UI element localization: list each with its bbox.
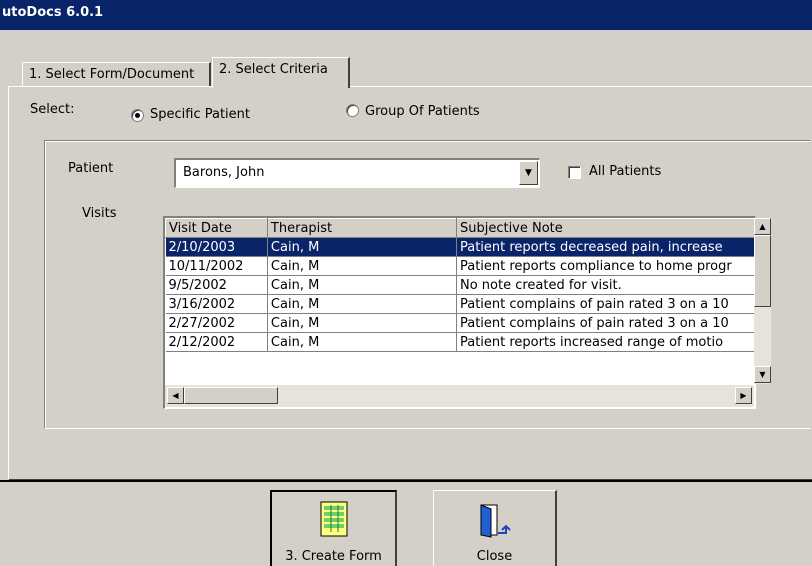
vertical-scroll-thumb[interactable] [754,235,771,307]
column-header-subjective-note[interactable]: Subjective Note [455,218,755,238]
subjective-note-cell: Patient reports decreased pain, increase [456,237,755,257]
visit-date-cell: 2/27/2002 [165,313,268,333]
close-button[interactable]: Close [433,490,557,566]
patient-label: Patient [68,161,114,176]
create-form-label: 3. Create Form [285,549,382,564]
specific-patient-label[interactable]: Specific Patient [150,107,250,122]
therapist-cell: Cain, M [267,294,457,314]
table-row[interactable]: 10/11/2002 Cain, M Patient reports compl… [165,256,755,276]
tab-select-form-document[interactable]: 1. Select Form/Document [22,62,211,87]
visit-date-cell: 10/11/2002 [165,256,268,276]
group-of-patients-label[interactable]: Group Of Patients [365,104,480,119]
table-row[interactable]: 2/12/2002 Cain, M Patient reports increa… [165,332,755,352]
visit-date-cell: 2/12/2002 [165,332,268,352]
horizontal-scroll-thumb[interactable] [184,387,278,404]
therapist-cell: Cain, M [267,256,457,276]
subjective-note-cell: No note created for visit. [456,275,755,295]
column-header-visit-date[interactable]: Visit Date [165,218,268,238]
patient-dropdown-value: Barons, John [183,165,265,180]
table-row[interactable]: 2/10/2003 Cain, M Patient reports decrea… [165,237,755,257]
table-row[interactable]: 3/16/2002 Cain, M Patient complains of p… [165,294,755,314]
visit-date-cell: 2/10/2003 [165,237,268,257]
vertical-scrollbar[interactable]: ▲ ▼ [754,218,771,384]
subjective-note-cell: Patient reports increased range of motio [456,332,755,352]
visit-date-cell: 9/5/2002 [165,275,268,295]
scroll-up-icon[interactable]: ▲ [754,218,771,235]
table-row[interactable]: 2/27/2002 Cain, M Patient complains of p… [165,313,755,333]
create-form-button[interactable]: 3. Create Form [270,490,397,566]
all-patients-label[interactable]: All Patients [589,164,661,179]
group-of-patients-radio[interactable] [346,104,359,117]
subjective-note-cell: Patient complains of pain rated 3 on a 1… [456,313,755,333]
radio-dot [135,113,140,118]
form-document-icon [320,501,348,537]
scroll-right-icon[interactable]: ▶ [735,387,752,404]
therapist-cell: Cain, M [267,313,457,333]
therapist-cell: Cain, M [267,237,457,257]
column-header-therapist[interactable]: Therapist [266,218,457,238]
scroll-left-icon[interactable]: ◀ [167,387,184,404]
divider [0,480,812,482]
close-label: Close [476,549,513,564]
visits-label: Visits [82,206,117,221]
subjective-note-cell: Patient complains of pain rated 3 on a 1… [456,294,755,314]
horizontal-scrollbar[interactable]: ◀ ▶ [165,385,754,407]
therapist-cell: Cain, M [267,332,457,352]
visits-header-row: Visit Date Therapist Subjective Note [165,218,755,238]
table-row[interactable]: 9/5/2002 Cain, M No note created for vis… [165,275,755,295]
patient-dropdown[interactable]: Barons, John ▼ [174,158,540,188]
visits-table: Visit Date Therapist Subjective Note 2/1… [165,218,755,352]
visits-grid[interactable]: Visit Date Therapist Subjective Note 2/1… [163,216,756,409]
window-title: utoDocs 6.0.1 [0,0,812,30]
all-patients-checkbox[interactable] [568,166,581,179]
chevron-down-icon[interactable]: ▼ [519,161,538,185]
therapist-cell: Cain, M [267,275,457,295]
door-exit-icon [480,504,511,538]
subjective-note-cell: Patient reports compliance to home progr [456,256,755,276]
select-label: Select: [30,102,75,117]
tab-select-criteria[interactable]: 2. Select Criteria [212,57,350,88]
visit-date-cell: 3/16/2002 [165,294,268,314]
specific-patient-radio[interactable] [131,109,144,122]
scroll-down-icon[interactable]: ▼ [754,366,771,383]
